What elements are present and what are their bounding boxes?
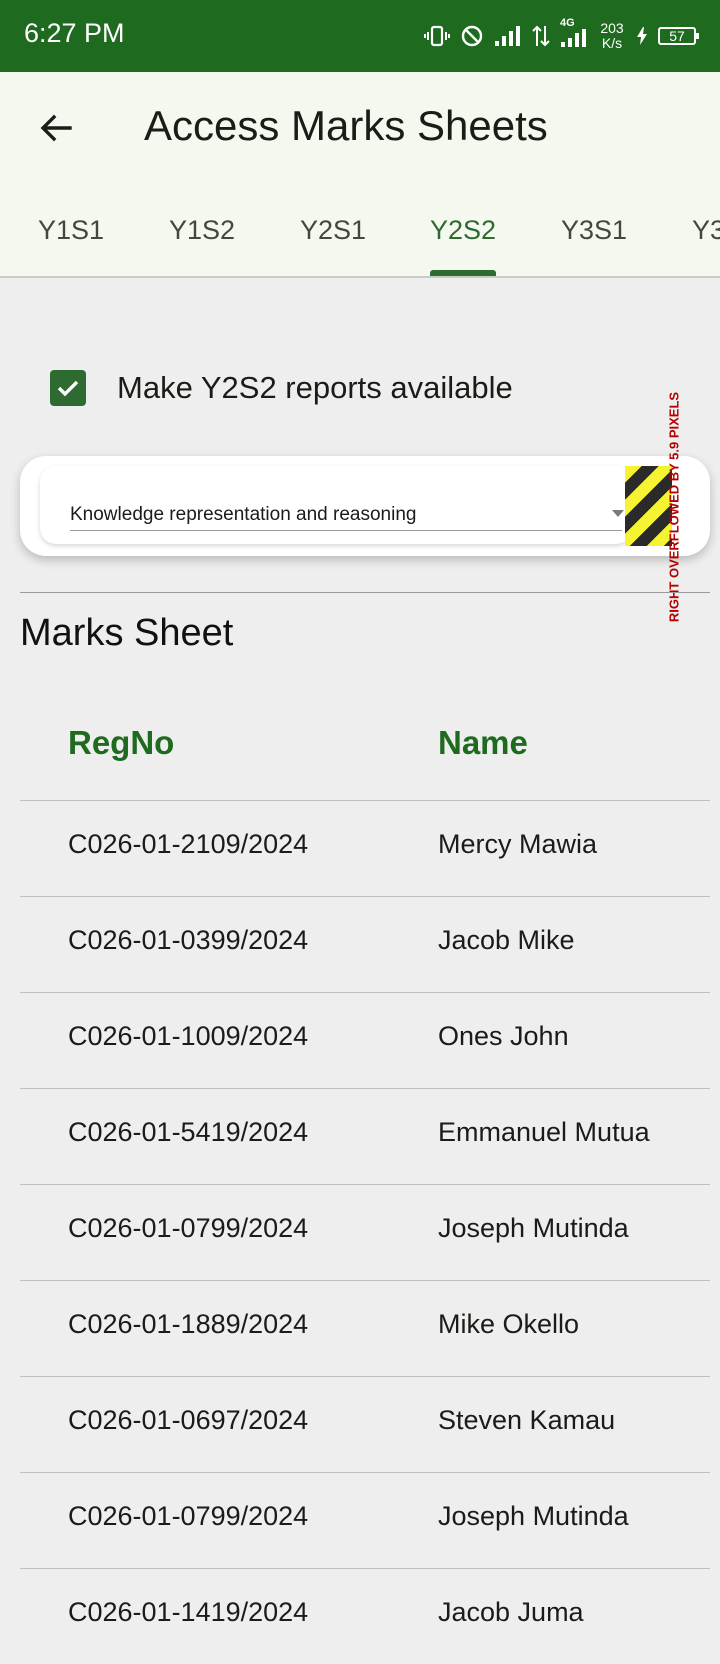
signal-icon [494, 24, 522, 48]
regno-cell: C026-01-1889/2024 [68, 1309, 309, 1339]
name-cell: Ones John [438, 1021, 569, 1051]
tab-y1s2[interactable]: Y1S2 [142, 184, 262, 276]
name-cell: Jacob Mike [438, 925, 575, 955]
status-icons: 4G 203 K/s 57 [424, 14, 699, 58]
net-speed: 203 K/s [600, 20, 624, 51]
regno-cell: C026-01-0799/2024 [68, 1213, 309, 1243]
table-row: C026-01-5419/2024 Emmanuel Mutua [20, 1088, 710, 1184]
table-row: C026-01-0799/2024 Joseph Mutinda [20, 1472, 710, 1568]
regno-cell: C026-01-1419/2024 [68, 1597, 309, 1627]
page-title: Access Marks Sheets [144, 102, 548, 149]
regno-cell: C026-01-0697/2024 [68, 1405, 309, 1435]
table-row: C026-01-0697/2024 Steven Kamau [20, 1376, 710, 1472]
vibrate-icon [424, 24, 450, 48]
battery-icon: 57 [658, 27, 699, 45]
network-type: 4G [560, 17, 575, 29]
name-cell: Jacob Juma [438, 1597, 584, 1627]
data-transfer-icon [532, 24, 550, 48]
availability-row: Make Y2S2 reports available [0, 350, 720, 426]
tab-y1s1[interactable]: Y1S1 [11, 184, 131, 276]
name-cell: Joseph Mutinda [438, 1501, 629, 1531]
signal-4g-icon: 4G [560, 17, 588, 49]
tab-y3[interactable]: Y3 [662, 184, 720, 276]
unit-dropdown-value: Knowledge representation and reasoning [70, 504, 417, 525]
back-button[interactable] [28, 100, 84, 156]
marks-sheet-title: Marks Sheet [20, 612, 234, 654]
tab-y2s2[interactable]: Y2S2 [403, 184, 523, 276]
overflow-warning: RIGHT OVERFLOWED BY 5.9 PIXELS [666, 391, 682, 623]
name-cell: Mercy Mawia [438, 829, 598, 859]
dropdown-underline [70, 530, 622, 531]
divider [20, 592, 710, 593]
arrow-back-icon [40, 114, 72, 142]
active-tab-indicator [430, 270, 496, 276]
unit-selector-card: Knowledge representation and reasoning [20, 456, 710, 556]
regno-cell: C026-01-0399/2024 [68, 925, 309, 955]
availability-label: Make Y2S2 reports available [117, 370, 513, 405]
status-bar: 6:27 PM 4G 203 K/s 57 [0, 0, 720, 72]
table-row: C026-01-1419/2024 Jacob Juma [20, 1568, 710, 1664]
tab-y2s1[interactable]: Y2S1 [273, 184, 393, 276]
check-icon [57, 380, 79, 397]
regno-cell: C026-01-0799/2024 [68, 1501, 309, 1531]
regno-cell: C026-01-5419/2024 [68, 1117, 309, 1147]
table-row: C026-01-0399/2024 Jacob Mike [20, 896, 710, 992]
name-cell: Emmanuel Mutua [438, 1117, 650, 1147]
status-time: 6:27 PM [24, 18, 125, 48]
regno-cell: C026-01-1009/2024 [68, 1021, 309, 1051]
regno-cell: C026-01-2109/2024 [68, 829, 309, 859]
availability-checkbox[interactable] [50, 370, 86, 406]
tab-y3s1[interactable]: Y3S1 [534, 184, 654, 276]
do-not-disturb-icon [460, 24, 484, 48]
unit-dropdown[interactable]: Knowledge representation and reasoning [40, 466, 632, 544]
table-row: C026-01-1009/2024 Ones John [20, 992, 710, 1088]
app-bar: Access Marks Sheets Y1S1 Y1S2 Y2S1 Y2S2 … [0, 72, 720, 278]
table-row: C026-01-0799/2024 Joseph Mutinda [20, 1184, 710, 1280]
column-header-name: Name [438, 724, 528, 761]
name-cell: Steven Kamau [438, 1405, 616, 1435]
name-cell: Joseph Mutinda [438, 1213, 629, 1243]
charging-icon [636, 26, 648, 46]
table-row: C026-01-2109/2024 Mercy Mawia [20, 800, 710, 896]
table-row: C026-01-1889/2024 Mike Okello [20, 1280, 710, 1376]
semester-tabs: Y1S1 Y1S2 Y2S1 Y2S2 Y3S1 Y3 [0, 184, 720, 276]
column-header-regno: RegNo [68, 724, 175, 761]
dropdown-arrow-icon [612, 510, 624, 517]
name-cell: Mike Okello [438, 1309, 580, 1339]
